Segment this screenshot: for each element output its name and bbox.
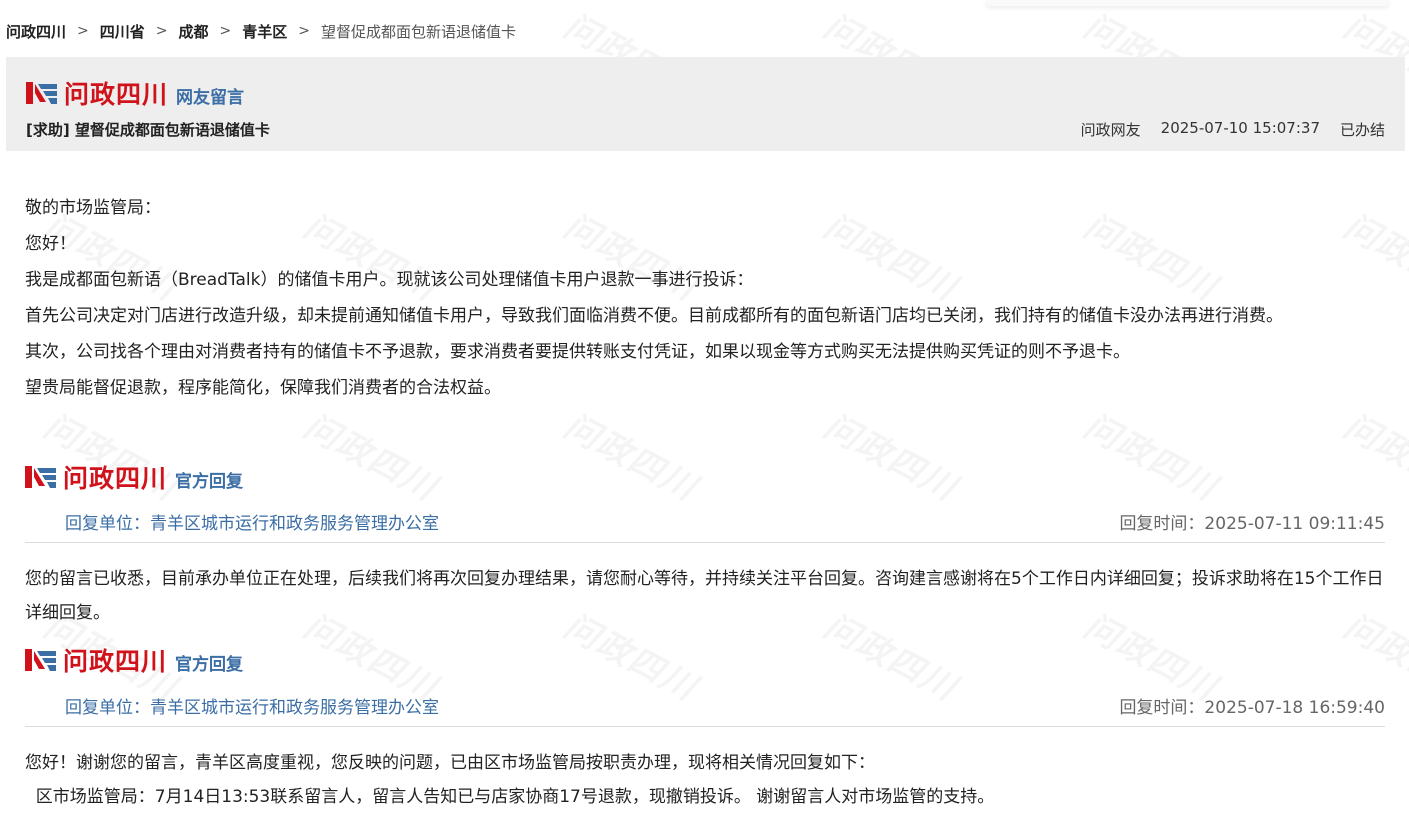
post-title: [求助] 望督促成都面包新语退储值卡 [26,121,270,139]
section-label: 官方回复 [175,654,244,675]
wenzheng-logo-icon [25,466,56,488]
post-body-line: 望贵局能督促退款，程序能简化，保障我们消费者的合法权益。 [25,378,501,398]
breadcrumb: 问政四川 > 四川省 > 成都 > 青羊区 > 望督促成都面包新语退储值卡 [6,20,516,42]
section-label: 网友留言 [176,87,245,108]
reply-text: 您好！谢谢您的留言，青羊区高度重视，您反映的问题，已由区市场监管局按职责办理，现… [25,746,1385,814]
wenzheng-logo-icon [26,82,57,104]
brand-logo-text: 问政四川 [63,464,168,493]
post-status-badge: 已办结 [1339,121,1385,139]
brand-logo-text: 问政四川 [64,80,169,109]
breadcrumb-item-city[interactable]: 成都 [179,21,209,42]
reply-unit: 回复单位：青羊区城市运行和政务服务管理办公室 [65,698,439,718]
reply-text-line: 您的留言已收悉，目前承办单位正在处理，后续我们将再次回复办理结果，请您耐心等待，… [25,569,1384,623]
watermark-text: 问政四川 [817,399,967,510]
reply-time: 回复时间：2025-07-18 16:59:40 [1119,698,1385,718]
post-body-line: 其次，公司找各个理由对消费者持有的储值卡不予退款，要求消费者要提供转账支付凭证，… [25,342,1130,362]
wenzheng-logo-icon [25,649,56,671]
post-body-line: 敬的市场监管局： [25,198,161,218]
watermark-text: 问政四川 [297,399,447,510]
post-body: 敬的市场监管局： 您好！ 我是成都面包新语（BreadTalk）的储值卡用户。现… [25,190,1385,406]
watermark-text: 问政四川 [1077,399,1227,510]
top-toolbar-edge [985,0,1390,6]
post-body-line: 您好！ [25,234,76,254]
reply-section-heading: 问政四川 官方回复 [25,643,243,677]
reply-time: 回复时间：2025-07-11 09:11:45 [1119,514,1385,534]
reply-text: 您的留言已收悉，目前承办单位正在处理，后续我们将再次回复办理结果，请您耐心等待，… [25,562,1385,630]
post-datetime: 2025-07-10 15:07:37 [1160,119,1320,137]
post-header: 问政四川 网友留言 [求助] 望督促成都面包新语退储值卡 问政网友 2025-0… [6,57,1405,151]
brand-logo-text: 问政四川 [63,647,168,676]
reply-divider [25,726,1385,727]
post-meta: 问政网友 2025-07-10 15:07:37 已办结 [1081,119,1385,140]
breadcrumb-item-province[interactable]: 四川省 [100,21,145,42]
section-label: 官方回复 [175,471,244,492]
reply-divider [25,542,1385,543]
breadcrumb-separator-icon: > [298,23,310,39]
breadcrumb-separator-icon: > [219,23,232,39]
breadcrumb-separator-icon: > [77,23,89,39]
breadcrumb-item-district[interactable]: 青羊区 [242,21,287,42]
breadcrumb-current: 望督促成都面包新语退储值卡 [321,22,517,41]
reply-text-line: 区市场监管局：7月14日13:53联系留言人，留言人告知已与店家协商17号退款，… [25,787,995,807]
reply-text-line: 您好！谢谢您的留言，青羊区高度重视，您反映的问题，已由区市场监管局按职责办理，现… [25,753,875,773]
watermark-text: 问政四川 [1337,399,1409,510]
reply-unit: 回复单位：青羊区城市运行和政务服务管理办公室 [65,514,439,534]
post-body-line: 首先公司决定对门店进行改造升级，却未提前通知储值卡用户，导致我们面临消费不便。目… [25,306,1283,326]
post-author: 问政网友 [1080,121,1141,139]
breadcrumb-item-home[interactable]: 问政四川 [6,21,66,42]
watermark-text: 问政四川 [557,399,707,510]
breadcrumb-separator-icon: > [155,23,168,39]
page: 问政四川问政四川问政四川问政四川问政四川问政四川问政四川问政四川问政四川问政四川… [0,0,1409,819]
post-section-heading: 问政四川 网友留言 [26,76,244,110]
reply-section-heading: 问政四川 官方回复 [25,460,243,494]
post-body-line: 我是成都面包新语（BreadTalk）的储值卡用户。现就该公司处理储值卡用户退款… [25,270,754,290]
